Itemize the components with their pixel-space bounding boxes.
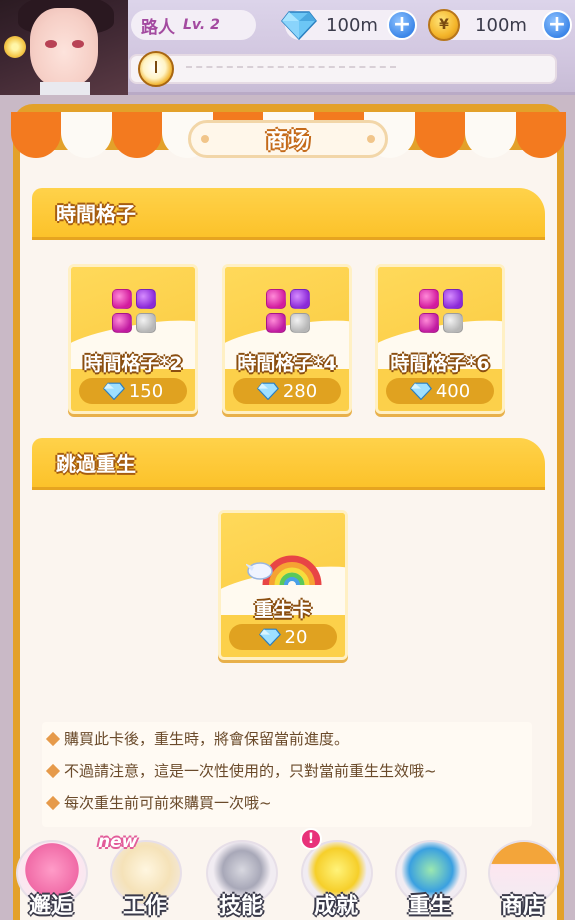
- player-level: Lv. 2: [183, 17, 220, 33]
- shop-title: 商场: [188, 120, 388, 158]
- section-header-time-grid: 時間格子: [32, 188, 545, 240]
- player-name: 路人: [141, 17, 175, 38]
- note-line: 每次重生前可前來購買一次哦~: [45, 792, 272, 813]
- item-name: 時間格子*4: [237, 353, 337, 375]
- bottom-nav: 邂逅 工作 技能 成就 重生 商店: [0, 838, 575, 920]
- time-grid-icon: [112, 289, 156, 333]
- nav-label: 商店: [500, 894, 545, 919]
- time-grid-icon: [419, 289, 463, 333]
- price-button[interactable]: 20: [229, 624, 337, 650]
- shop-item-time-grid-6[interactable]: 時間格子*6 400: [375, 264, 505, 414]
- note-line: 購買此卡後，重生時，將會保留當前進度。: [45, 728, 349, 749]
- stopwatch-icon: [138, 51, 174, 87]
- gem-counter: 100m +: [281, 10, 417, 40]
- nav-item-rebirth[interactable]: 重生: [385, 838, 475, 920]
- gem-amount: 100m: [326, 14, 378, 36]
- bullet-icon: [45, 731, 61, 746]
- rainbow-icon: [246, 555, 322, 586]
- price-button[interactable]: 400: [386, 378, 494, 404]
- price-button[interactable]: 280: [233, 378, 341, 404]
- coin-icon: ¥: [428, 9, 460, 41]
- gem-icon: [409, 382, 432, 400]
- nav-label: 邂逅: [28, 894, 73, 919]
- nav-item-achievements[interactable]: 成就: [291, 838, 381, 920]
- coin-counter: ¥ 100m +: [428, 9, 572, 41]
- nav-item-encounter[interactable]: 邂逅: [6, 838, 96, 920]
- item-name: 時間格子*6: [390, 353, 490, 375]
- nav-label: 重生: [407, 894, 452, 919]
- gem-icon: [102, 382, 125, 400]
- add-coins-button[interactable]: +: [542, 10, 572, 40]
- player-info: 路人 Lv. 2: [131, 10, 256, 40]
- item-name: 時間格子*2: [83, 353, 183, 375]
- flower-icon: [4, 36, 26, 58]
- bullet-icon: [45, 763, 61, 778]
- shop-item-rebirth-card[interactable]: 重生卡 20: [218, 510, 348, 660]
- add-gems-button[interactable]: +: [387, 10, 417, 40]
- new-badge: new: [98, 832, 138, 852]
- nav-label: 工作: [122, 894, 167, 919]
- note-line: 不過請注意，這是一次性使用的，只對當前重生生效哦~: [45, 760, 437, 781]
- shop-item-time-grid-4[interactable]: 時間格子*4 280: [222, 264, 352, 414]
- gem-icon: [281, 11, 317, 40]
- timer-placeholder: [186, 66, 396, 68]
- shop-item-time-grid-2[interactable]: 時間格子*2 150: [68, 264, 198, 414]
- alert-badge: !: [300, 828, 322, 850]
- nav-label: 技能: [218, 894, 263, 919]
- nav-label: 成就: [313, 894, 358, 919]
- gem-icon: [256, 382, 279, 400]
- section-header-skip-rebirth: 跳過重生: [32, 438, 545, 490]
- timer-bar: [129, 54, 557, 84]
- time-grid-icon: [266, 289, 310, 333]
- gem-icon: [258, 628, 281, 646]
- item-name: 重生卡: [254, 599, 312, 621]
- nav-item-skills[interactable]: 技能: [196, 838, 286, 920]
- nav-item-shop[interactable]: 商店: [478, 838, 568, 920]
- bullet-icon: [45, 795, 61, 810]
- coin-amount: 100m: [475, 14, 527, 36]
- price-button[interactable]: 150: [79, 378, 187, 404]
- player-avatar[interactable]: [0, 0, 128, 95]
